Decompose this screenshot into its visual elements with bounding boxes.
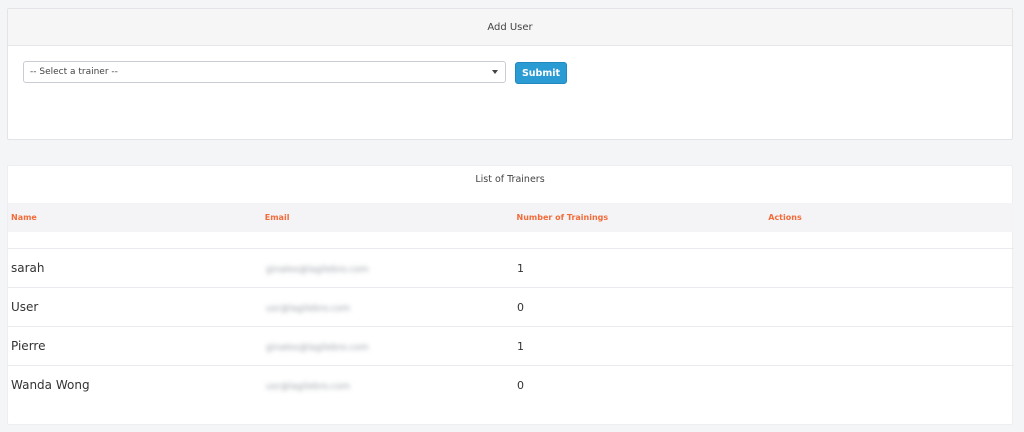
trainer-trainings-count: 1 [517, 339, 524, 353]
trainer-email: usr@lagilebro.com [260, 300, 512, 314]
trainer-email: usr@lagilebro.com [260, 378, 512, 392]
trainer-email-text: ginalex@lagilebro.com [266, 343, 369, 353]
trainer-email-text: usr@lagilebro.com [266, 382, 351, 392]
trainer-trainings-count: 0 [517, 300, 524, 314]
trainer-name: Wanda Wong [11, 378, 90, 392]
table-header: Name Email Number of Trainings Actions [8, 203, 1014, 232]
trainer-email: ginalex@lagilebro.com [260, 339, 512, 353]
column-header-actions: Actions [762, 203, 1013, 232]
add-user-header: Add User [8, 9, 1012, 46]
trainer-name: Pierre [11, 339, 46, 353]
add-user-title: Add User [487, 21, 533, 33]
trainer-select-value: -- Select a trainer -- [30, 67, 118, 77]
table-row: sarah ginalex@lagilebro.com 1 [8, 248, 1014, 287]
trainers-table-body: sarah ginalex@lagilebro.com 1 User usr@l… [8, 248, 1014, 404]
chevron-down-icon [492, 70, 498, 74]
trainers-list-card: List of Trainers Name Email Number of Tr… [7, 165, 1014, 425]
trainer-trainings-count: 1 [517, 261, 524, 275]
trainer-email-text: usr@lagilebro.com [266, 304, 351, 314]
trainer-name: User [11, 300, 39, 314]
trainers-list-title: List of Trainers [475, 174, 545, 185]
trainer-select[interactable]: -- Select a trainer -- [23, 61, 506, 83]
column-header-email[interactable]: Email [258, 203, 510, 232]
table-row: Pierre ginalex@lagilebro.com 1 [8, 326, 1014, 365]
add-user-card: Add User -- Select a trainer -- Submit [7, 8, 1013, 140]
trainer-trainings-count: 0 [517, 378, 524, 392]
trainer-email-text: ginalex@lagilebro.com [266, 265, 369, 275]
column-header-name[interactable]: Name [8, 203, 258, 232]
table-row: Wanda Wong usr@lagilebro.com 0 [8, 365, 1014, 404]
column-header-trainings[interactable]: Number of Trainings [510, 203, 762, 232]
trainer-email: ginalex@lagilebro.com [260, 261, 512, 275]
submit-button[interactable]: Submit [515, 62, 567, 84]
trainer-name: sarah [11, 261, 45, 275]
table-row: User usr@lagilebro.com 0 [8, 287, 1014, 326]
